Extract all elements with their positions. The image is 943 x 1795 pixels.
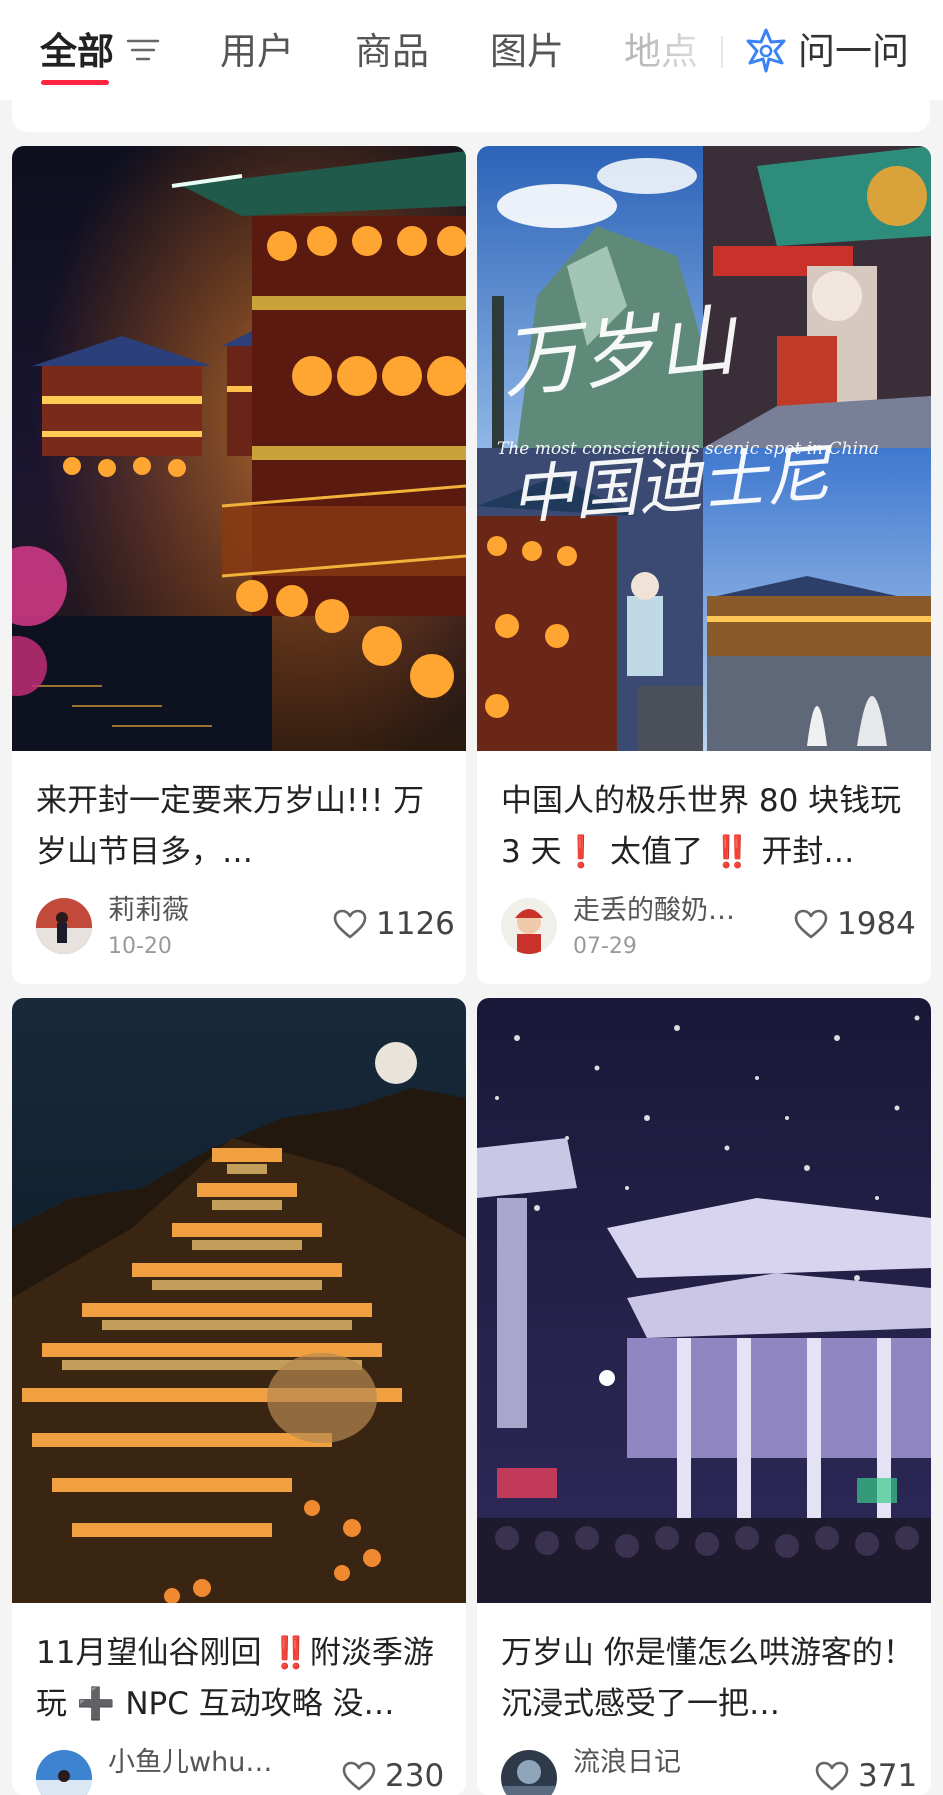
note-title[interactable]: 来开封一定要来万岁山!!! 万岁山节目多，… — [36, 776, 450, 878]
note-cover-image[interactable] — [12, 146, 466, 751]
tab-scroll-fade — [640, 20, 730, 84]
author-name[interactable]: 小鱼儿whu乖乖 — [108, 1746, 298, 1780]
note-card[interactable]: 11月望仙谷刚回 ‼️附淡季游玩 ➕ NPC 互动攻略 没… 小鱼儿whu乖乖 … — [12, 998, 466, 1795]
avatar[interactable] — [501, 898, 557, 954]
heart-outline-icon[interactable] — [814, 1760, 850, 1792]
post-date: 10-20 — [108, 934, 172, 959]
note-title[interactable]: 中国人的极乐世界 80 块钱玩 3 天❗ 太值了 ‼️ 开封… — [501, 776, 915, 878]
avatar[interactable] — [501, 1750, 557, 1795]
tab-divider — [721, 36, 723, 68]
active-tab-indicator — [41, 80, 109, 85]
tab-products[interactable]: 商品 — [355, 24, 429, 80]
previous-content-strip — [12, 100, 930, 132]
heart-outline-icon[interactable] — [341, 1760, 377, 1792]
note-cover-image[interactable] — [12, 998, 466, 1603]
note-cover-image[interactable]: 万岁山 The most conscientious scenic spot i… — [477, 146, 931, 751]
author-name[interactable]: 流浪日记 — [573, 1746, 763, 1780]
note-card[interactable]: 万岁山 The most conscientious scenic spot i… — [477, 146, 931, 984]
avatar[interactable] — [36, 898, 92, 954]
filter-lines-icon[interactable] — [126, 36, 160, 64]
tab-images[interactable]: 图片 — [490, 24, 564, 80]
ask-button-label[interactable]: 问一问 — [798, 24, 909, 80]
note-title[interactable]: 万岁山 你是懂怎么哄游客的！ 沉浸式感受了一把… — [501, 1628, 915, 1730]
like-count: 230 — [385, 1758, 445, 1794]
post-date: 07-29 — [573, 934, 637, 959]
like-count: 1984 — [837, 906, 916, 942]
heart-outline-icon[interactable] — [332, 908, 368, 940]
note-card[interactable]: 来开封一定要来万岁山!!! 万岁山节目多，… 莉莉薇 10-20 1126 — [12, 146, 466, 984]
like-count: 1126 — [376, 906, 455, 942]
tab-users[interactable]: 用户 — [220, 24, 294, 80]
note-title[interactable]: 11月望仙谷刚回 ‼️附淡季游玩 ➕ NPC 互动攻略 没… — [36, 1628, 450, 1730]
note-cover-image[interactable] — [477, 998, 931, 1603]
heart-outline-icon[interactable] — [793, 908, 829, 940]
author-name[interactable]: 走丢的酸奶… — [573, 894, 763, 928]
note-card[interactable]: 万岁山 你是懂怎么哄游客的！ 沉浸式感受了一把… 流浪日记 371 — [477, 998, 931, 1795]
ai-star-icon[interactable] — [744, 27, 788, 73]
search-result-tabbar: 全部 用户 商品 图片 地点 问一问 — [0, 0, 943, 100]
author-name[interactable]: 莉莉薇 — [108, 894, 298, 928]
like-count: 371 — [858, 1758, 918, 1794]
tab-all[interactable]: 全部 — [40, 24, 114, 80]
avatar[interactable] — [36, 1750, 92, 1795]
